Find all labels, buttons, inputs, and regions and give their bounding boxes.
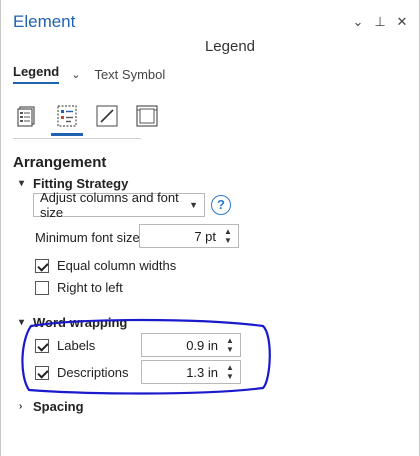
tab-dropdown-chevron-icon[interactable]: ⌄ xyxy=(71,68,80,81)
pane-title: Element xyxy=(13,12,76,31)
options-toolbar xyxy=(15,104,159,136)
descriptions-row[interactable]: Descriptions xyxy=(35,365,129,380)
equal-column-widths-checkbox[interactable] xyxy=(35,258,49,273)
close-icon[interactable]: ✕ xyxy=(395,14,409,30)
labels-label: Labels xyxy=(57,338,96,353)
tab-legend[interactable]: Legend xyxy=(13,64,60,84)
chevron-right-icon: › xyxy=(19,401,23,412)
fitting-strategy-header[interactable]: ▾ Fitting Strategy xyxy=(19,176,128,191)
labels-checkbox[interactable] xyxy=(35,338,49,353)
dropdown-value: Adjust columns and font size xyxy=(40,190,179,220)
descriptions-width-value: 1.3 in xyxy=(186,364,218,380)
element-pane: Element ⌄ ⊥ ✕ Legend Legend ⌄ Text Symbo… xyxy=(0,0,420,456)
labels-width-input[interactable]: 0.9 in ▲ ▼ xyxy=(141,333,241,357)
pen-symbol-icon[interactable] xyxy=(95,104,119,128)
legend-arrangement-icon[interactable] xyxy=(51,104,83,136)
section-heading-arrangement: Arrangement xyxy=(13,154,107,171)
right-to-left-checkbox[interactable] xyxy=(35,280,49,295)
tab-row: Legend ⌄ Text Symbol xyxy=(13,64,165,84)
equal-column-widths-label: Equal column widths xyxy=(57,258,177,273)
spinner-arrows-icon[interactable]: ▲ ▼ xyxy=(222,227,234,245)
pane-header: Element ⌄ ⊥ ✕ xyxy=(1,0,419,40)
spinner-arrows-icon[interactable]: ▲ ▼ xyxy=(224,336,236,354)
display-frame-icon[interactable] xyxy=(135,104,159,128)
legend-options-icon[interactable] xyxy=(15,104,39,128)
fitting-strategy-dropdown[interactable]: Adjust columns and font size ▼ xyxy=(33,190,205,220)
chevron-down-icon[interactable]: ⌄ xyxy=(351,14,365,30)
min-font-size-label: Minimum font size xyxy=(35,230,140,245)
min-font-size-value: 7 pt xyxy=(194,228,216,244)
pin-icon[interactable]: ⊥ xyxy=(373,14,387,30)
equal-column-widths-row[interactable]: Equal column widths xyxy=(35,258,176,273)
descriptions-label: Descriptions xyxy=(57,365,129,380)
element-name: Legend xyxy=(204,38,256,55)
dropdown-arrow-icon: ▼ xyxy=(189,200,198,210)
spinner-arrows-icon[interactable]: ▲ ▼ xyxy=(224,363,236,381)
min-font-size-input[interactable]: 7 pt ▲ ▼ xyxy=(139,224,239,248)
labels-width-value: 0.9 in xyxy=(186,337,218,353)
window-controls: ⌄ ⊥ ✕ xyxy=(351,14,409,30)
word-wrapping-label: Word wrapping xyxy=(33,315,128,330)
descriptions-width-input[interactable]: 1.3 in ▲ ▼ xyxy=(141,360,241,384)
toolbar-divider xyxy=(13,138,141,139)
spacing-header[interactable]: › Spacing xyxy=(19,399,84,414)
right-to-left-row[interactable]: Right to left xyxy=(35,280,123,295)
descriptions-checkbox[interactable] xyxy=(35,365,49,380)
tab-text-symbol[interactable]: Text Symbol xyxy=(94,67,165,82)
labels-row[interactable]: Labels xyxy=(35,338,95,353)
fitting-strategy-label: Fitting Strategy xyxy=(33,176,129,191)
right-to-left-label: Right to left xyxy=(57,280,123,295)
chevron-down-icon: ▾ xyxy=(19,317,25,328)
spacing-label: Spacing xyxy=(33,399,84,414)
word-wrapping-header[interactable]: ▾ Word wrapping xyxy=(19,315,127,330)
chevron-down-icon: ▾ xyxy=(19,178,25,189)
help-icon[interactable]: ? xyxy=(211,195,231,215)
